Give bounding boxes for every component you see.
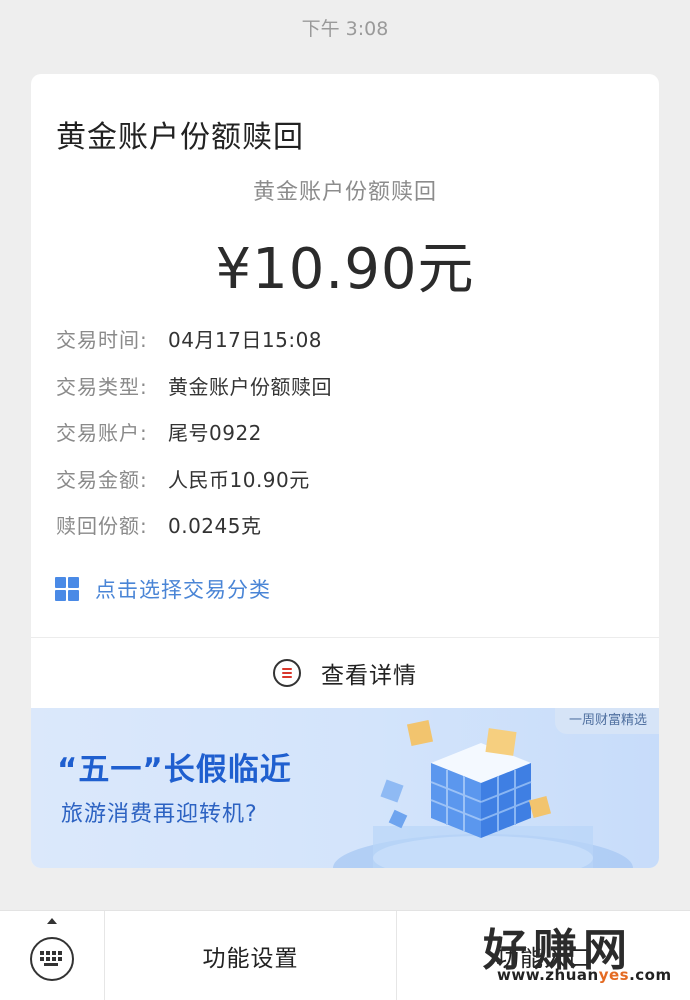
bottom-action-bar: 功能设置 功能入口 <box>0 910 690 1000</box>
function-entry-button[interactable]: 功能入口 <box>398 911 690 1000</box>
detail-value: 黄金账户份额赎回 <box>168 375 332 399</box>
keyboard-icon <box>30 937 74 981</box>
detail-label: 交易类型: <box>56 375 148 399</box>
detail-row-time: 交易时间: 04月17日15:08 <box>56 324 322 354</box>
card-title: 黄金账户份额赎回 <box>56 120 304 155</box>
detail-value: 尾号0922 <box>168 421 262 445</box>
detail-row-type: 交易类型: 黄金账户份额赎回 <box>56 371 332 401</box>
transaction-subtitle: 黄金账户份额赎回 <box>252 180 437 205</box>
promo-banner[interactable]: 一周财富精选 “五一”长假临近 旅游消费再迎转机? <box>31 708 659 868</box>
detail-row-amount: 交易金额: 人民币10.90元 <box>56 464 310 494</box>
detail-label: 交易时间: <box>56 328 148 352</box>
banner-subline: 旅游消费再迎转机? <box>61 802 258 827</box>
detail-value: 人民币10.90元 <box>168 468 310 492</box>
select-category-label: 点击选择交易分类 <box>95 578 271 602</box>
view-details-label: 查看详情 <box>321 663 417 689</box>
detail-row-shares: 赎回份额: 0.0245克 <box>56 510 261 540</box>
status-bar-time: 下午 3:08 <box>301 18 389 40</box>
select-category-link[interactable]: 点击选择交易分类 <box>55 574 271 604</box>
detail-row-account: 交易账户: 尾号0922 <box>56 417 262 447</box>
view-details-button[interactable]: 查看详情 <box>31 638 659 708</box>
caret-up-icon <box>47 918 57 924</box>
transaction-amount: ¥10.90元 <box>215 237 475 302</box>
keyboard-toggle-button[interactable] <box>0 911 105 1000</box>
detail-label: 交易账户: <box>56 421 148 445</box>
detail-label: 交易金额: <box>56 468 148 492</box>
transaction-card: 黄金账户份额赎回 黄金账户份额赎回 ¥10.90元 交易时间: 04月17日15:… <box>31 74 659 868</box>
function-settings-button[interactable]: 功能设置 <box>105 911 397 1000</box>
grid-icon <box>55 577 79 601</box>
banner-headline: “五一”长假临近 <box>57 752 292 788</box>
detail-value: 0.0245克 <box>168 514 262 538</box>
detail-value: 04月17日15:08 <box>168 328 323 352</box>
list-icon <box>273 659 301 687</box>
banner-tag: 一周财富精选 <box>554 708 659 734</box>
detail-label: 赎回份额: <box>56 514 148 538</box>
